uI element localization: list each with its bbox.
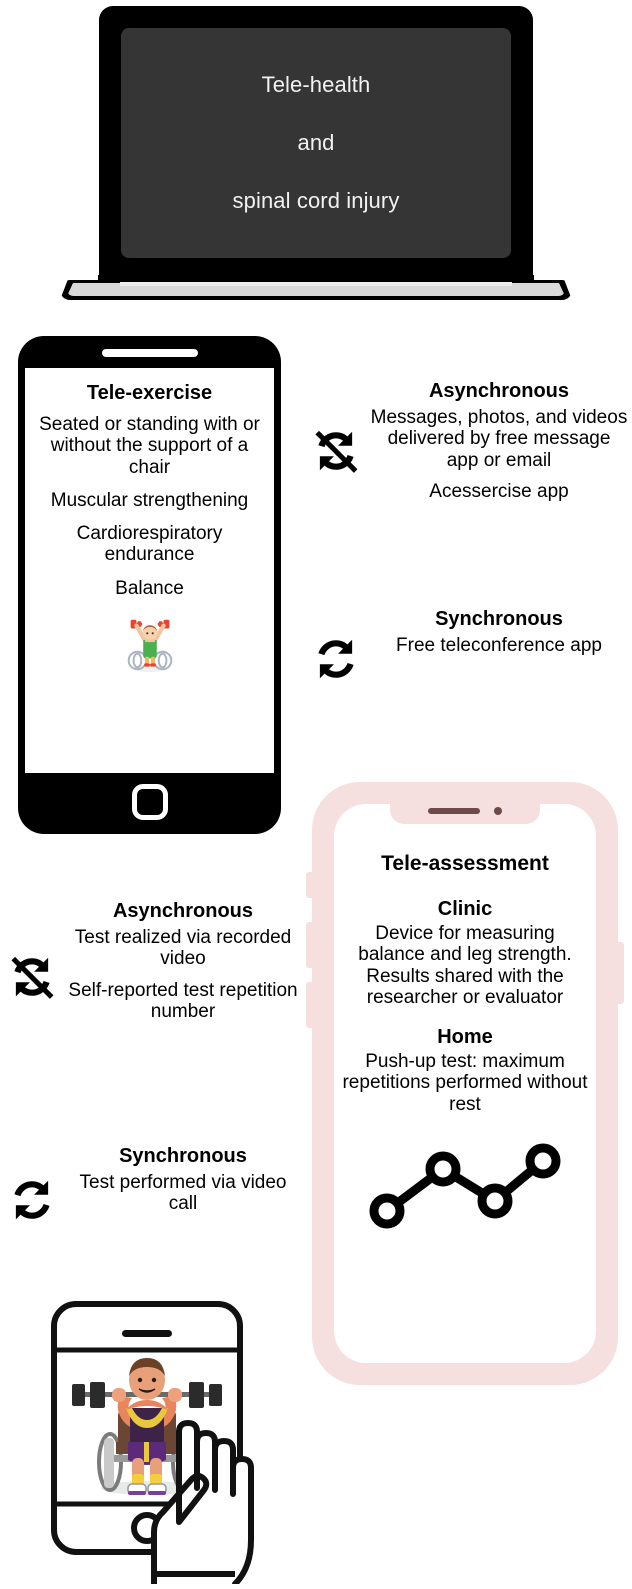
phone-mute-switch[interactable]	[306, 872, 314, 898]
phone-notch	[390, 798, 540, 824]
exercise-asynchronous-heading: Asynchronous	[428, 380, 570, 402]
exercise-synchronous-text: Synchronous Free teleconference app	[370, 608, 628, 656]
assessment-asynchronous-para-0: Test realized via recorded video	[74, 927, 292, 970]
assessment-asynchronous-block: Asynchronous Test realized via recorded …	[2, 900, 302, 1022]
tele-exercise-line-2: Cardiorespiratory endurance	[76, 523, 223, 566]
laptop-base	[60, 274, 572, 300]
tele-exercise-line-0: Seated or standing with or without the s…	[39, 414, 260, 478]
tele-exercise-line-1: Muscular strengthening	[50, 489, 249, 511]
assessment-synchronous-text: Synchronous Test performed via video cal…	[64, 1145, 302, 1215]
exercise-synchronous-para-0: Free teleconference app	[396, 635, 602, 656]
line-chart-icon	[369, 1143, 561, 1229]
async-slashed-sync-icon	[11, 956, 54, 999]
assessment-synchronous-block: Synchronous Test performed via video cal…	[2, 1145, 302, 1233]
sync-icon	[318, 639, 354, 679]
tablet-with-athlete-and-hand	[51, 1301, 254, 1584]
tele-assessment-title: Tele-assessment	[381, 852, 549, 875]
phone-front-camera-icon	[494, 807, 502, 815]
tele-assessment-section-1-heading: Home	[437, 1026, 493, 1049]
async-slashed-sync-icon	[315, 430, 358, 473]
tablet-speaker-grill	[122, 1330, 172, 1337]
phone-speaker-grill	[101, 349, 198, 357]
assessment-synchronous-heading: Synchronous	[119, 1145, 247, 1167]
exercise-asynchronous-para-0: Messages, photos, and videos delivered b…	[370, 407, 628, 471]
assessment-asynchronous-para-1: Self-reported test repetition number	[68, 979, 298, 1022]
tele-assessment-section-0-body: Device for measuring balance and leg str…	[358, 923, 572, 1008]
tablet-illustration	[48, 1292, 286, 1584]
laptop-base-highlight	[120, 282, 512, 286]
laptop-device: Tele-health and spinal cord injury	[60, 2, 572, 302]
wheelchair-weightlifter-emoji	[127, 619, 172, 672]
phone-power-button[interactable]	[616, 942, 624, 1004]
laptop-screen-line-2: and	[297, 129, 335, 155]
exercise-synchronous-block: Synchronous Free teleconference app	[306, 608, 628, 692]
tele-assessment-section-0-heading: Clinic	[437, 898, 493, 920]
laptop-screen-line-3: spinal cord injury	[232, 188, 400, 214]
tele-exercise-line-3: Balance	[115, 577, 184, 599]
tele-assessment-screen: Tele-assessment Clinic Device for measur…	[334, 804, 596, 1363]
exercise-synchronous-heading: Synchronous	[435, 608, 563, 630]
laptop-lid: Tele-health and spinal cord injury	[99, 6, 533, 280]
infographic-canvas: Tele-health and spinal cord injury Tele-…	[0, 0, 632, 1589]
tele-exercise-screen: Tele-exercise Seated or standing with or…	[25, 368, 274, 773]
sync-icon	[14, 1180, 50, 1220]
assessment-synchronous-para-0: Test performed via video call	[79, 1172, 287, 1215]
assessment-asynchronous-text: Asynchronous Test realized via recorded …	[64, 900, 302, 1022]
phone-volume-down-button[interactable]	[306, 982, 314, 1028]
phone-volume-up-button[interactable]	[306, 922, 314, 968]
exercise-asynchronous-block: Asynchronous Messages, photos, and video…	[306, 380, 628, 502]
tele-exercise-phone: Tele-exercise Seated or standing with or…	[18, 336, 281, 834]
phone-home-button[interactable]	[131, 784, 168, 820]
assessment-asynchronous-heading: Asynchronous	[112, 900, 254, 922]
tele-exercise-title: Tele-exercise	[86, 382, 213, 404]
tele-assessment-section-1-body: Push-up test: maximum repetitions perfor…	[342, 1051, 588, 1115]
tele-assessment-phone: Tele-assessment Clinic Device for measur…	[306, 782, 624, 1385]
phone-speaker-grill	[428, 808, 480, 814]
laptop-screen-line-1: Tele-health	[261, 71, 371, 97]
laptop-screen: Tele-health and spinal cord injury	[121, 28, 511, 258]
exercise-asynchronous-text: Asynchronous Messages, photos, and video…	[370, 380, 628, 502]
exercise-asynchronous-para-1: Acessercise app	[429, 480, 569, 502]
